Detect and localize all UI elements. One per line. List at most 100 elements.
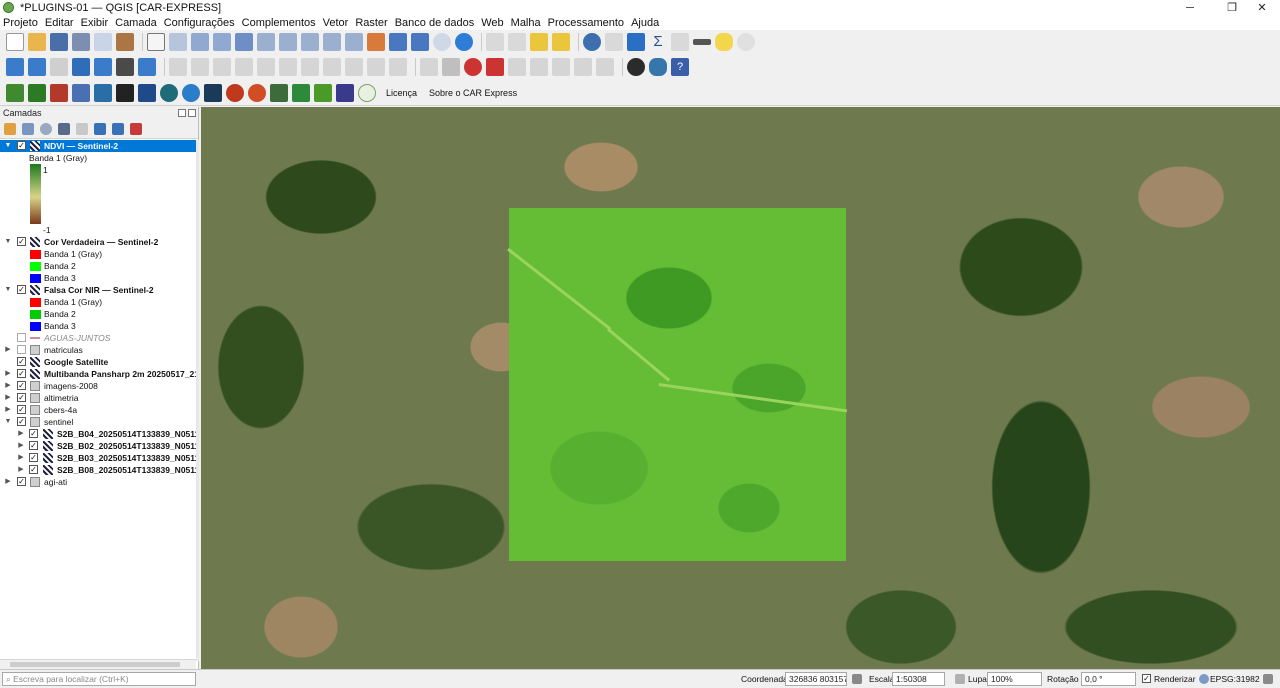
about-car-express-button[interactable]: Sobre o CAR Express — [429, 88, 517, 98]
vertex-tool-icon[interactable] — [257, 58, 275, 76]
style-manager-icon[interactable] — [116, 33, 134, 51]
layer-tree-horizontal-scrollbar[interactable] — [0, 659, 196, 669]
expand-arrow-icon[interactable]: ▶ — [4, 392, 12, 404]
filter-legend-icon[interactable] — [58, 122, 70, 135]
layer-visibility-checkbox[interactable]: ✓ — [29, 441, 38, 450]
layer-visibility-checkbox[interactable]: ✓ — [17, 141, 26, 150]
expand-arrow-icon[interactable]: ▶ — [4, 368, 12, 380]
locator-search-input[interactable]: ⌕ Escreva para localizar (Ctrl+K) — [2, 672, 196, 686]
collapse-arrow-icon[interactable]: ▼ — [4, 284, 12, 296]
map-tips-icon[interactable] — [715, 33, 733, 51]
magnifier-plugin-icon[interactable] — [182, 83, 200, 102]
layer-row-s2b-b03[interactable]: ▶ ✓ S2B_B03_20250514T133839_N0511_ — [0, 452, 196, 464]
expand-arrow-icon[interactable]: ▶ — [4, 344, 12, 356]
minimize-button[interactable]: ─ — [1172, 0, 1208, 15]
new-project-icon[interactable] — [6, 33, 24, 51]
data-source-manager-icon[interactable] — [6, 58, 24, 76]
show-hide-labels-icon[interactable] — [574, 58, 592, 76]
delete-selected-icon[interactable] — [279, 58, 297, 76]
menu-projeto[interactable]: Projeto — [3, 17, 38, 29]
add-layer-icon[interactable] — [28, 58, 46, 76]
pan-to-selection-icon[interactable] — [169, 33, 187, 51]
fire-plugin-icon[interactable] — [226, 83, 244, 102]
attribute-table-icon[interactable] — [605, 33, 623, 51]
add-wms-layer-icon[interactable] — [94, 58, 112, 76]
collapse-arrow-icon[interactable]: ▼ — [4, 416, 12, 428]
toggle-editing-icon[interactable] — [191, 58, 209, 76]
layer-row-s2b-b02[interactable]: ▶ ✓ S2B_B02_20250514T133839_N0511_ — [0, 440, 196, 452]
menu-camada[interactable]: Camada — [115, 17, 157, 29]
show-bookmarks-icon[interactable] — [411, 33, 429, 51]
lock-scale-icon[interactable] — [955, 674, 965, 684]
save-edits-icon[interactable] — [213, 58, 231, 76]
leaf-plugin-icon[interactable] — [28, 83, 46, 102]
label-properties-icon[interactable] — [596, 58, 614, 76]
car-express-icon[interactable] — [6, 83, 24, 102]
select-by-expression-icon[interactable] — [530, 33, 548, 51]
menu-complementos[interactable]: Complementos — [242, 17, 316, 29]
add-group-icon[interactable] — [22, 122, 34, 135]
magnifier-spinbox[interactable]: 100% — [987, 672, 1042, 686]
camera-plugin-icon[interactable] — [116, 83, 134, 102]
expand-arrow-icon[interactable]: ▶ — [17, 428, 25, 440]
layer-row-multibanda-pansharp[interactable]: ▶ ✓ Multibanda Pansharp 2m 20250517_212 — [0, 368, 196, 380]
deselect-features-icon[interactable] — [552, 33, 570, 51]
identify-features-icon[interactable] — [486, 33, 504, 51]
rotation-spinbox[interactable]: 0,0 ° — [1081, 672, 1136, 686]
layer-visibility-checkbox[interactable]: ✓ — [17, 357, 26, 366]
orange-plugin-icon[interactable] — [248, 83, 266, 102]
layer-visibility-checkbox[interactable]: ✓ — [29, 465, 38, 474]
layer-visibility-checkbox[interactable]: ✓ — [17, 237, 26, 246]
text-annotation-icon[interactable] — [737, 33, 755, 51]
layer-visibility-checkbox[interactable] — [17, 333, 26, 342]
menu-vetor[interactable]: Vetor — [323, 17, 349, 29]
blue-plugin-icon[interactable] — [94, 83, 112, 102]
expand-arrow-icon[interactable]: ▶ — [4, 404, 12, 416]
map-canvas[interactable] — [201, 107, 1280, 669]
collapse-arrow-icon[interactable]: ▼ — [4, 140, 12, 152]
menu-exibir[interactable]: Exibir — [81, 17, 109, 29]
collapse-arrow-icon[interactable]: ▼ — [4, 236, 12, 248]
redo-icon[interactable] — [389, 58, 407, 76]
render-checkbox[interactable]: ✓ — [1142, 674, 1151, 683]
expand-arrow-icon[interactable]: ▶ — [4, 380, 12, 392]
layer-visibility-checkbox[interactable]: ✓ — [17, 417, 26, 426]
layer-visibility-checkbox[interactable]: ✓ — [17, 393, 26, 402]
crs-button[interactable]: EPSG:31982 — [1210, 673, 1260, 685]
layer-visibility-checkbox[interactable]: ✓ — [29, 429, 38, 438]
zoom-next-icon[interactable] — [345, 33, 363, 51]
menu-raster[interactable]: Raster — [355, 17, 387, 29]
expand-all-icon[interactable] — [94, 122, 106, 135]
scrollbar-thumb[interactable] — [10, 662, 180, 667]
layer-row-s2b-b04[interactable]: ▶ ✓ S2B_B04_20250514T133839_N0511_ — [0, 428, 196, 440]
zoom-out-icon[interactable] — [213, 33, 231, 51]
refresh-icon[interactable] — [455, 33, 473, 51]
new-map-view-icon[interactable] — [367, 33, 385, 51]
processing-toolbox-icon[interactable] — [627, 33, 645, 51]
coordinate-field[interactable]: 326836 8031573 — [785, 672, 847, 686]
messages-icon[interactable] — [1263, 674, 1273, 684]
close-panel-icon[interactable] — [188, 109, 196, 117]
move-label-icon[interactable] — [508, 58, 526, 76]
layer-tree-vertical-scrollbar[interactable] — [196, 140, 199, 661]
menu-processamento[interactable]: Processamento — [548, 17, 624, 29]
cut-features-icon[interactable] — [301, 58, 319, 76]
layer-row-matriculas[interactable]: ▶ matriculas — [0, 344, 196, 356]
license-button[interactable]: Licença — [386, 88, 417, 98]
layer-visibility-checkbox[interactable]: ✓ — [17, 405, 26, 414]
copy-features-icon[interactable] — [323, 58, 341, 76]
pan-hand-icon[interactable] — [147, 33, 165, 51]
manage-visibility-icon[interactable] — [40, 122, 52, 135]
menu-editar[interactable]: Editar — [45, 17, 74, 29]
zoom-to-selection-icon[interactable] — [257, 33, 275, 51]
abc-label-icon[interactable] — [486, 58, 504, 76]
menu-configuracoes[interactable]: Configurações — [164, 17, 235, 29]
crs-globe-icon[interactable] — [1199, 674, 1209, 684]
menu-ajuda[interactable]: Ajuda — [631, 17, 659, 29]
remove-layer-icon[interactable] — [130, 122, 142, 135]
layer-visibility-checkbox[interactable]: ✓ — [29, 453, 38, 462]
layer-row-s2b-b08[interactable]: ▶ ✓ S2B_B08_20250514T133839_N0511_ — [0, 464, 196, 476]
highlight-labels-icon[interactable] — [464, 58, 482, 76]
open-project-icon[interactable] — [28, 33, 46, 51]
close-button[interactable]: ✕ — [1244, 0, 1280, 15]
